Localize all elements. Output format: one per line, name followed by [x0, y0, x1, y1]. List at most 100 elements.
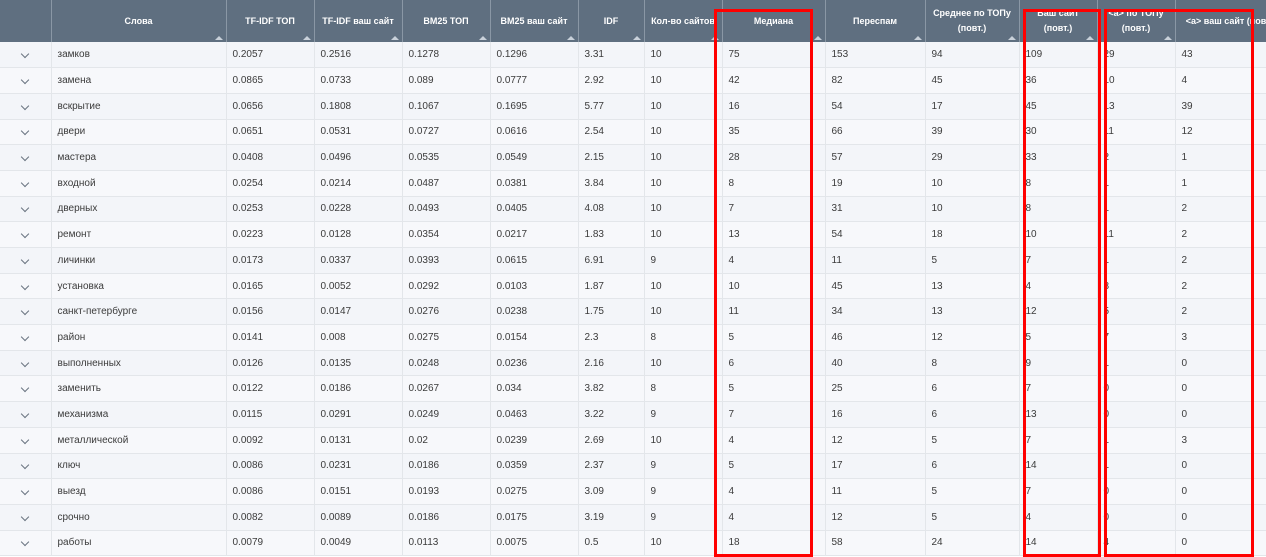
column-header[interactable]: <a> по ТОПу (повт.) [1097, 0, 1176, 42]
value-cell: 0.008 [314, 324, 403, 351]
row-expand-button[interactable] [0, 298, 52, 326]
chevron-down-icon [21, 178, 30, 188]
sort-arrow-icon[interactable] [302, 36, 311, 40]
value-cell: 13 [1019, 401, 1098, 428]
table-row: мастера 0.0408 0.0496 0.0535 0.0549 2.15 10 28 5… [0, 144, 1266, 171]
row-expand-button[interactable] [0, 273, 52, 300]
value-cell: 18 [925, 221, 1020, 248]
row-expand-button[interactable] [0, 221, 52, 248]
value-cell: 5 [722, 453, 826, 480]
sort-arrow-icon[interactable] [566, 36, 575, 40]
value-cell: 12 [825, 504, 926, 531]
value-cell: 0.0276 [402, 298, 491, 326]
value-cell: 0.0408 [226, 144, 315, 171]
column-header[interactable]: <a> ваш сайт (повт.) [1175, 0, 1266, 42]
column-header[interactable]: Переспам [825, 0, 926, 42]
value-cell: 4 [1097, 530, 1176, 557]
row-expand-button[interactable] [0, 144, 52, 171]
row-expand-button[interactable] [0, 530, 52, 557]
keywords-table: Слова TF-IDF ТОП TF-IDF ваш сайт BM25 ТОП BM… [0, 0, 1266, 557]
column-header-label: Слова [124, 15, 153, 26]
value-cell: 5 [722, 375, 826, 403]
sort-arrow-icon[interactable] [913, 36, 922, 40]
sort-arrow-icon[interactable] [1163, 36, 1172, 40]
value-cell: 36 [1019, 67, 1098, 94]
row-expand-button[interactable] [0, 170, 52, 197]
row-expand-button[interactable] [0, 42, 52, 69]
value-cell: 66 [825, 119, 926, 146]
keyword-cell: личинки [51, 247, 227, 274]
row-expand-button[interactable] [0, 478, 52, 505]
row-expand-button[interactable] [0, 453, 52, 480]
value-cell: 5 [1019, 324, 1098, 351]
value-cell: 0.0727 [402, 119, 491, 146]
column-header[interactable]: IDF [578, 0, 645, 42]
value-cell: 2.37 [578, 453, 645, 480]
value-cell: 6 [925, 453, 1020, 480]
value-cell: 0.0249 [402, 401, 491, 428]
sort-arrow-icon[interactable] [478, 36, 487, 40]
sort-arrow-icon[interactable] [813, 36, 822, 40]
column-header[interactable]: Среднее по ТОПу (повт.) [925, 0, 1020, 42]
column-header[interactable]: Кол-во сайтов [644, 0, 723, 42]
row-expand-button[interactable] [0, 67, 52, 94]
row-expand-button[interactable] [0, 350, 52, 377]
table-row: личинки 0.0173 0.0337 0.0393 0.0615 6.91 9 4 11 5… [0, 247, 1266, 274]
value-cell: 0.1808 [314, 93, 403, 120]
keyword-cell: заменить [51, 375, 227, 403]
value-cell: 10 [644, 530, 723, 557]
header-expand-column [0, 0, 52, 42]
column-header[interactable]: Ваш сайт (повт.) [1019, 0, 1098, 42]
sort-arrow-icon[interactable] [710, 36, 719, 40]
table-row: замена 0.0865 0.0733 0.089 0.0777 2.92 10 42 82 4… [0, 67, 1266, 94]
value-cell: 0.0186 [402, 504, 491, 531]
value-cell: 8 [1019, 170, 1098, 197]
value-cell: 31 [825, 196, 926, 223]
row-expand-button[interactable] [0, 247, 52, 274]
value-cell: 35 [722, 119, 826, 146]
sort-arrow-icon[interactable] [390, 36, 399, 40]
value-cell: 0.0651 [226, 119, 315, 146]
row-expand-button[interactable] [0, 196, 52, 223]
column-header[interactable]: Медиана [722, 0, 826, 42]
row-expand-button[interactable] [0, 401, 52, 428]
column-header[interactable]: TF-IDF ваш сайт [314, 0, 403, 42]
value-cell: 0.0113 [402, 530, 491, 557]
row-expand-button[interactable] [0, 427, 52, 454]
value-cell: 0.0359 [490, 453, 579, 480]
value-cell: 0.0777 [490, 67, 579, 94]
value-cell: 0.0354 [402, 221, 491, 248]
value-cell: 8 [1019, 196, 1098, 223]
value-cell: 0.0223 [226, 221, 315, 248]
row-expand-button[interactable] [0, 324, 52, 351]
column-header[interactable]: Слова [51, 0, 227, 42]
value-cell: 0.0549 [490, 144, 579, 171]
value-cell: 0.0253 [226, 196, 315, 223]
value-cell: 0.0103 [490, 273, 579, 300]
value-cell: 4 [722, 504, 826, 531]
keyword-cell: входной [51, 170, 227, 197]
keyword-cell: механизма [51, 401, 227, 428]
value-cell: 39 [1175, 93, 1266, 120]
row-expand-button[interactable] [0, 119, 52, 146]
row-expand-button[interactable] [0, 504, 52, 531]
value-cell: 0.0231 [314, 453, 403, 480]
chevron-down-icon [21, 461, 30, 470]
sort-arrow-icon[interactable] [214, 36, 223, 40]
sort-arrow-icon[interactable] [632, 36, 641, 40]
column-header[interactable]: BM25 ваш сайт [490, 0, 579, 42]
value-cell: 75 [722, 42, 826, 69]
value-cell: 12 [1175, 119, 1266, 146]
keyword-cell: двери [51, 119, 227, 146]
row-expand-button[interactable] [0, 375, 52, 403]
value-cell: 0.0381 [490, 170, 579, 197]
column-header-label: IDF [603, 15, 619, 26]
row-expand-button[interactable] [0, 93, 52, 120]
value-cell: 0.0173 [226, 247, 315, 274]
sort-arrow-icon[interactable] [1085, 36, 1094, 40]
keyword-cell: срочно [51, 504, 227, 531]
column-header[interactable]: TF-IDF ТОП [226, 0, 315, 42]
sort-arrow-icon[interactable] [1007, 36, 1016, 40]
column-header[interactable]: BM25 ТОП [402, 0, 491, 42]
chevron-down-icon [21, 486, 30, 496]
